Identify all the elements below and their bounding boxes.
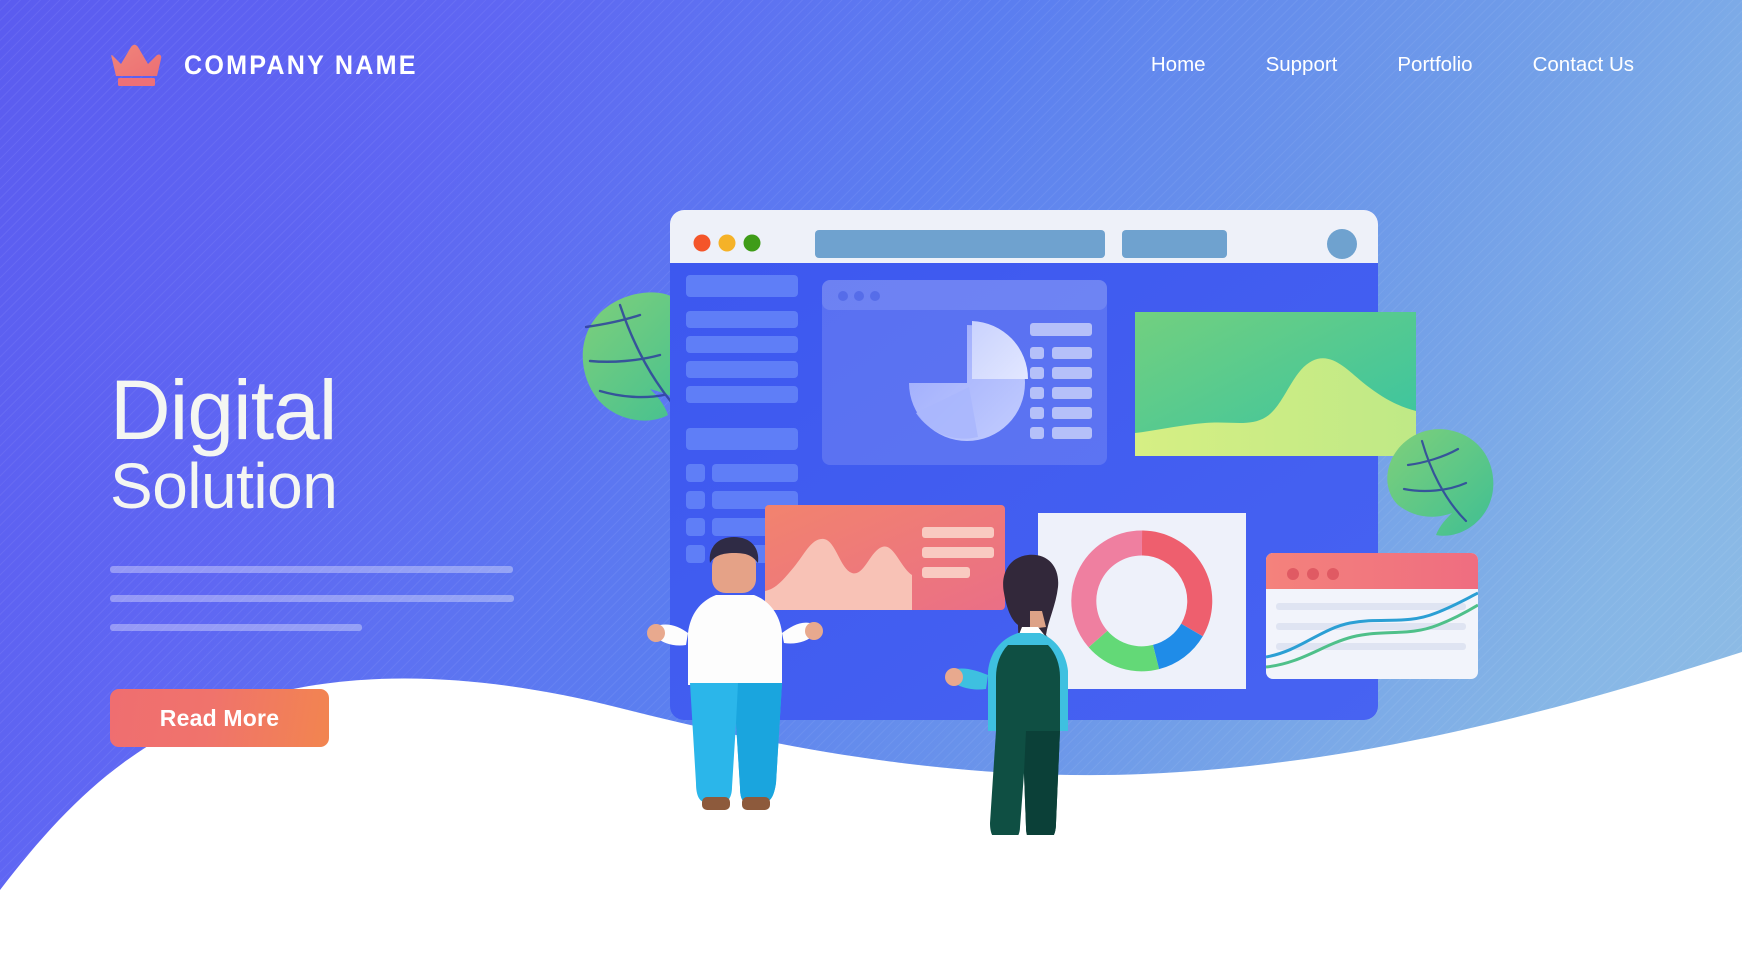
sidebar-group-title[interactable] [686,428,798,450]
hero-placeholder-text [110,566,630,632]
hand-right [805,622,823,640]
minimize-dot[interactable] [718,234,736,252]
nav-item-portfolio[interactable]: Portfolio [1367,53,1502,77]
card-dot [854,291,864,301]
nav-item-home[interactable]: Home [1121,53,1236,77]
placeholder-bar [110,624,362,632]
mini-card-dot [1287,568,1299,580]
hand-left [647,624,665,642]
address-bar-secondary[interactable] [1122,230,1227,258]
profile-avatar[interactable] [1327,229,1357,259]
donut-chart-card[interactable] [1038,513,1246,689]
sidebar-item-title[interactable] [686,275,798,297]
landing-page: COMPANY NAME Home Support Portfolio Cont… [0,0,1742,980]
address-bar[interactable] [815,230,1105,258]
area-chart-card-green[interactable] [1135,312,1416,456]
pie-chart-card[interactable] [822,280,1107,465]
sidebar-item[interactable] [686,311,798,328]
nav-item-contact-us[interactable]: Contact Us [1503,53,1664,77]
hand-left [945,668,963,686]
mini-card-dot [1327,568,1339,580]
hero-section: Digital Solution Read More [110,363,630,748]
area-chart-card-coral[interactable] [765,505,1005,610]
placeholder-bar [110,595,514,603]
read-more-button[interactable]: Read More [110,689,329,748]
shoe-right [742,797,770,810]
dashboard-illustration [560,175,1700,835]
mini-card-dot [1307,568,1319,580]
sidebar-item[interactable] [686,361,798,378]
hero-title-line2: Solution [110,450,338,523]
site-header: COMPANY NAME Home Support Portfolio Cont… [0,0,1742,130]
nav-item-support[interactable]: Support [1236,53,1368,77]
sidebar-item[interactable] [712,464,798,482]
maximize-dot[interactable] [743,234,761,252]
shoe-left [702,797,730,810]
mini-browser-card[interactable] [1266,553,1478,679]
monstera-leaf-right [1387,429,1494,536]
card-dot [838,291,848,301]
sidebar-item-icon [686,518,705,536]
sidebar-item[interactable] [686,336,798,353]
crown-icon [111,44,162,86]
placeholder-bar [110,566,513,574]
main-navigation: Home Support Portfolio Contact Us [1121,53,1664,77]
close-dot[interactable] [693,234,711,252]
sidebar-item-icon [686,491,705,509]
sidebar-item-icon [686,464,705,482]
brand-logo[interactable]: COMPANY NAME [110,43,435,87]
sidebar-item[interactable] [686,386,798,403]
brand-name: COMPANY NAME [184,49,418,80]
hero-title-line1: Digital [110,363,337,457]
sidebar-item-icon [686,545,705,563]
card-dot [870,291,880,301]
